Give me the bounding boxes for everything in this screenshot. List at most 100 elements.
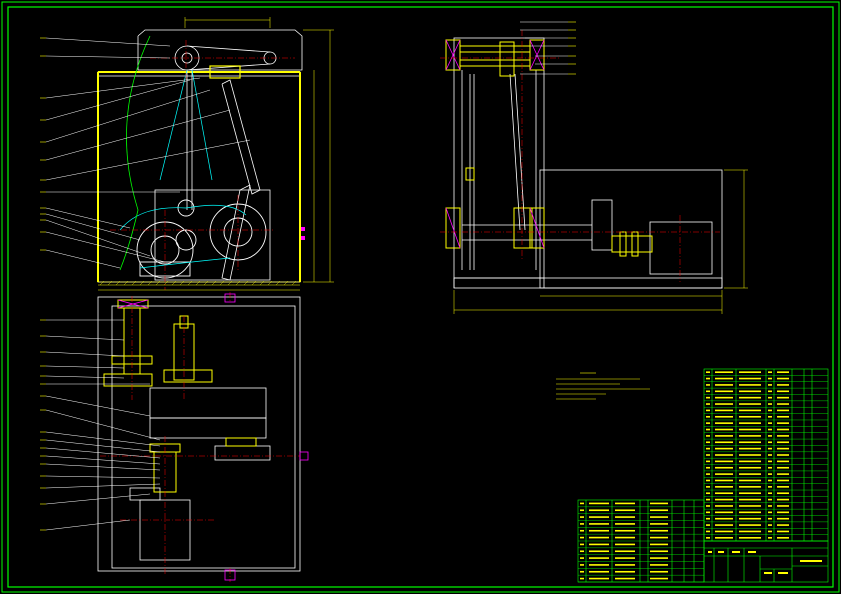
table-cell-text [580,550,584,553]
table-cell-text [715,396,733,399]
table-cell-text [615,564,635,566]
table-cell-text [706,454,710,456]
table-cell-text [589,550,609,553]
parts-list-upper [703,368,829,542]
table-cell-text [777,505,789,507]
table-cell-text [589,543,609,546]
table-cell-text [580,570,584,573]
table-cell-text [715,377,733,380]
table-cell-text [739,390,761,393]
table-cell-text [768,403,772,405]
table-cell-text [768,466,772,469]
table-cell-text [768,409,772,412]
table-cell-text [715,422,733,424]
table-cell-text [650,570,668,573]
table-cell-text [715,473,733,475]
table-cell-text [739,428,761,431]
top-view [40,292,309,582]
table-cell-text [768,486,772,488]
table-cell-text [589,516,609,518]
table-cell-text [768,377,772,380]
table-cell-text [706,384,710,386]
cad-drawing-canvas [1,1,840,593]
table-cell-text [777,371,789,373]
table-cell-text [706,479,710,482]
table-cell-text [589,564,609,566]
table-cell-text [768,505,772,507]
table-cell-text [739,454,761,456]
table-cell-text [739,403,761,405]
table-cell-text [706,524,710,526]
table-cell-text [589,570,609,573]
table-cell-text [715,505,733,507]
table-cell-text [777,384,789,386]
table-cell-text [589,536,609,539]
table-cell-text [739,473,761,475]
table-cell-text [589,529,609,532]
table-cell-text [777,517,789,520]
table-cell-text [706,530,710,533]
table-cell-text [739,409,761,412]
table-cell-text [715,537,733,539]
table-cell-text [777,409,789,412]
table-cell-text [739,530,761,533]
table-cell-text [615,523,635,525]
table-cell-text [739,492,761,495]
table-cell-text [715,371,733,373]
table-cell-text [706,428,710,431]
table-cell-text [715,428,733,431]
table-cell-text [739,377,761,380]
table-cell-text [777,422,789,424]
table-cell-text [580,564,584,566]
table-cell-text [739,466,761,469]
table-cell-text [777,415,789,418]
table-cell-text [777,447,789,450]
table-cell-text [615,543,635,546]
table-cell-text [739,447,761,450]
table-cell-text [715,435,733,437]
table-cell-text [650,509,668,512]
table-cell-text [777,403,789,405]
table-cell-text [739,460,761,463]
table-cell-text [615,516,635,518]
table-cell-text [615,529,635,532]
table-cell-text [715,403,733,405]
table-cell-text [706,422,710,424]
table-cell-text [715,530,733,533]
table-cell-text [768,371,772,373]
table-cell-text [615,502,635,505]
table-cell-text [768,517,772,520]
table-cell-text [706,377,710,380]
table-cell-text [768,492,772,495]
table-cell-text [650,550,668,553]
table-cell-text [706,409,710,412]
table-cell-text [739,537,761,539]
table-cell-text [706,498,710,501]
table-cell-text [768,498,772,501]
table-cell-text [768,441,772,444]
table-cell-text [715,479,733,482]
table-cell-text [715,466,733,469]
table-cell-text [739,517,761,520]
table-cell-text [777,537,789,539]
table-cell-text [768,537,772,539]
table-cell-text [768,415,772,418]
table-cell-text [739,415,761,418]
table-cell-text [650,502,668,505]
table-cell-text [706,473,710,475]
table-cell-text [706,492,710,495]
table-cell-text [777,492,789,495]
table-cell-text [777,473,789,475]
table-cell-text [739,479,761,482]
table-cell-text [650,516,668,518]
table-cell-text [777,530,789,533]
table-cell-text [580,502,584,505]
table-cell-text [777,428,789,431]
table-cell-text [706,390,710,393]
table-cell-text [580,509,584,512]
table-cell-text [706,517,710,520]
table-cell-text [615,577,635,580]
table-cell-text [650,536,668,539]
table-cell-text [777,511,789,514]
table-cell-text [715,486,733,488]
